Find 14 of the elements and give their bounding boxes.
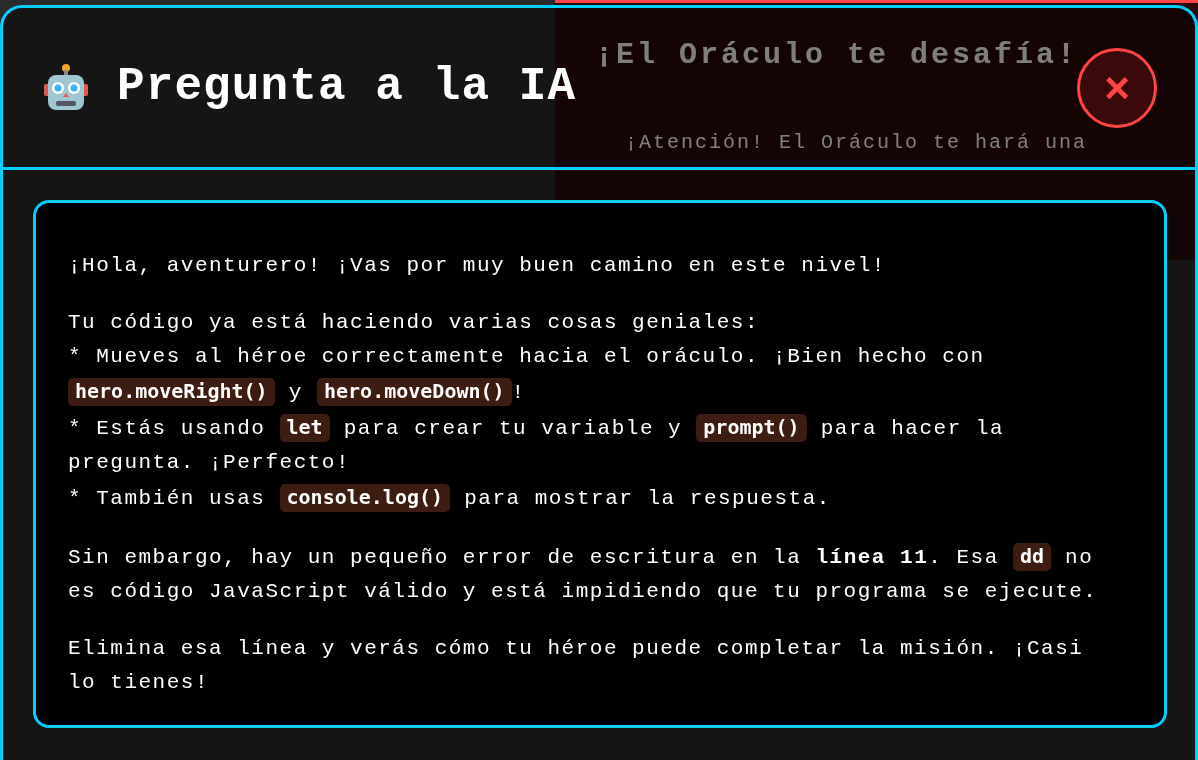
dialog-title: Pregunta a la IA — [117, 60, 577, 115]
message-paragraph: Tu código ya está haciendo varias cosas geniales: * Mueves al héroe correctamente hacia el oráculo. ¡Bien hecho con hero.moveRight() y hero.moveDown() ! * Estás usando let para crear tu variable y prompt() para hacer la pregunta. ¡Perfecto! * También usas console.log() para mostrar la respuesta. — [68, 310, 1006, 514]
inline-code: hero.moveDown() — [316, 378, 512, 406]
inline-code: let — [279, 414, 330, 442]
inline-code: dd — [1012, 543, 1051, 571]
inline-code: hero.moveRight() — [68, 378, 275, 406]
message-paragraph: Elimina esa línea y verás cómo tu héroe puede completar la misión. ¡Casi lo tienes! — [68, 636, 1085, 696]
robot-icon — [43, 63, 89, 112]
challenge-notice: ¡Atención! El Oráculo te hará una — [625, 130, 1089, 156]
message-paragraph: ¡Hola, aventurero! ¡Vas por muy buen camino en este nivel! — [68, 253, 887, 279]
inline-code: prompt() — [696, 414, 807, 442]
inline-code: console.log() — [279, 484, 451, 512]
message-paragraph: Sin embargo, hay un pequeño error de escritura en la línea 11. Esa dd no es código JavaScript válido y está impidiendo que tu programa se ejecute. — [68, 542, 1099, 605]
challenge-title: ¡El Oráculo te desafía! — [595, 37, 1080, 74]
